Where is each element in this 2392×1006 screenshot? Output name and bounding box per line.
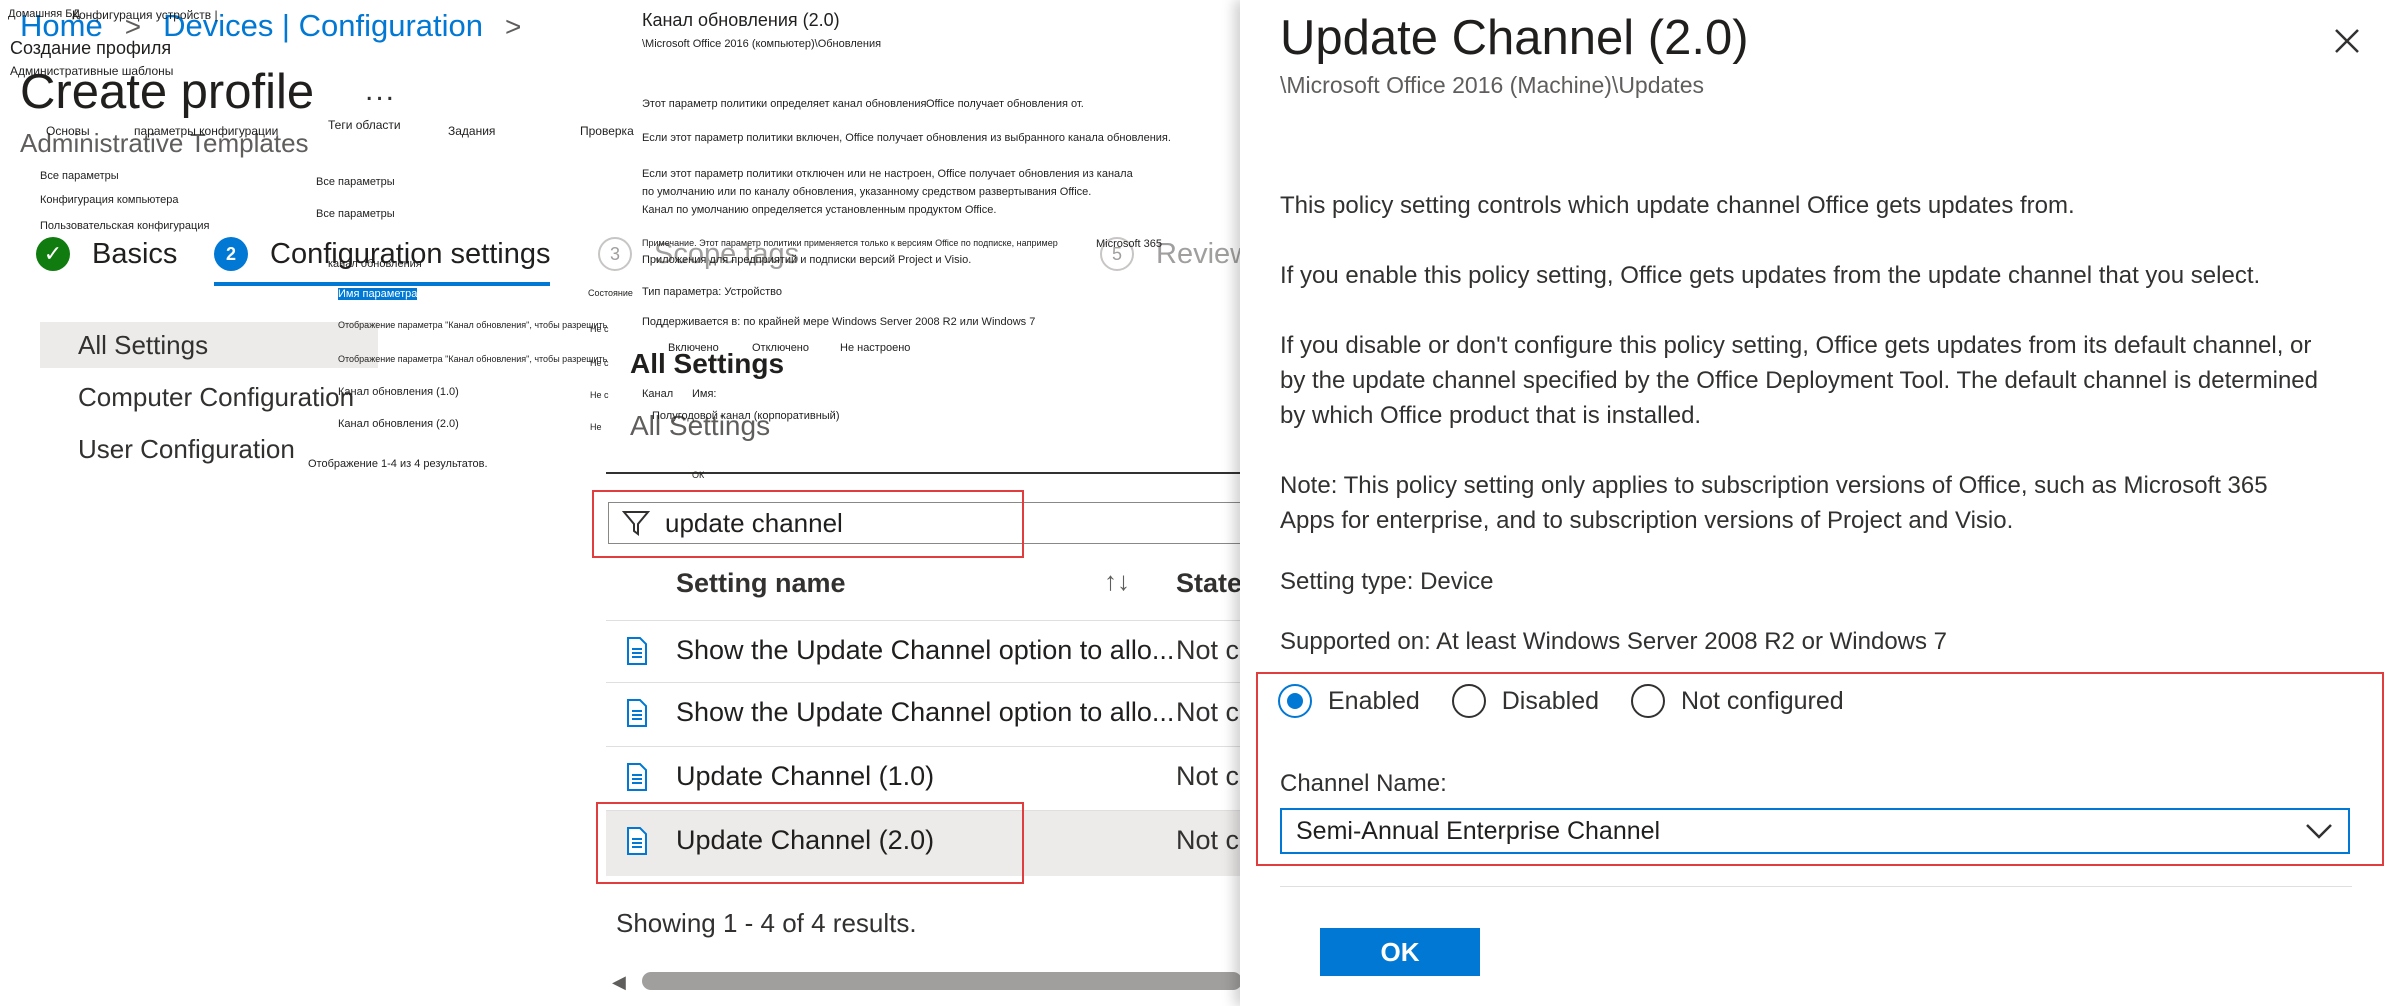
highlight-box	[1256, 672, 2384, 866]
document-icon	[627, 637, 647, 665]
ru-desc: Этот параметр политики определяет канал …	[642, 98, 927, 110]
scroll-left-icon[interactable]: ◀	[612, 972, 626, 993]
ok-button[interactable]: OK	[1320, 928, 1480, 976]
description-paragraph: Note: This policy setting only applies t…	[1280, 472, 2268, 534]
ru-tab-basics: Основы	[46, 124, 90, 138]
ru-panel-title: Канал обновления (2.0)	[642, 10, 840, 30]
ru-desc: Если этот параметр политики включен, Off…	[642, 132, 1171, 144]
setting-state: Not c	[1176, 697, 1240, 727]
description-paragraph: This policy setting controls which updat…	[1280, 192, 2075, 219]
panel-title: Update Channel (2.0)	[1280, 11, 1749, 65]
setting-detail-panel: Update Channel (2.0) \Microsoft Office 2…	[1240, 0, 2392, 1006]
wizard-step-label: Review	[1156, 237, 1252, 270]
tree-item-computer-configuration[interactable]: Computer Configuration	[40, 374, 378, 420]
ru-sae: Полугодовой канал (корпоративный)	[652, 410, 840, 422]
ru-desc: Канал по умолчанию определяется установл…	[642, 204, 997, 216]
check-icon: ✓	[36, 237, 70, 271]
ru-create-profile: Создание профиля	[10, 38, 172, 58]
ru-tab-config: параметры конфигурации	[134, 124, 279, 138]
table-row[interactable]: Show the Update Channel option to allo..…	[606, 682, 1246, 744]
setting-name: Show the Update Channel option to allo..…	[676, 635, 1175, 665]
ru-state-cell: Не с	[590, 324, 609, 334]
ru-tab-assignments: Задания	[448, 124, 496, 138]
highlight-box	[596, 802, 1024, 884]
highlight-box	[592, 490, 1024, 558]
table-row[interactable]: Update Channel (1.0) Not c	[606, 746, 1246, 808]
active-step-underline	[214, 282, 550, 286]
step-number: 3	[598, 237, 632, 271]
ru-desc: Примечание. Этот параметр политики приме…	[642, 238, 1058, 248]
ru-panel-path: \Microsoft Office 2016 (компьютер)\Обнов…	[642, 38, 882, 50]
description-paragraph: If you disable or don't configure this p…	[1280, 332, 2318, 429]
ru-ok: ОК	[692, 470, 705, 480]
description-paragraph: If you enable this policy setting, Offic…	[1280, 262, 2261, 289]
ru-supported: Поддерживается в: по крайней мере Window…	[642, 316, 1036, 328]
ru-enabled: Включено	[668, 342, 719, 354]
ru-all-params: Все параметры	[316, 208, 395, 220]
ru-tab-review: Проверка	[580, 124, 634, 138]
column-header-state[interactable]: State	[1176, 568, 1242, 599]
setting-name: Update Channel (1.0)	[676, 761, 935, 791]
horizontal-scrollbar[interactable]	[642, 972, 1242, 990]
document-icon	[627, 763, 647, 791]
ru-computer-config: Конфигурация компьютера	[40, 194, 179, 206]
ru-user-config: Пользовательская конфигурация	[40, 220, 210, 232]
ru-desc: Microsoft 365	[1096, 238, 1163, 250]
ru-row: Отображение параметра "Канал обновления"…	[338, 320, 608, 330]
divider	[1280, 886, 2352, 887]
table-row[interactable]: Show the Update Channel option to allo..…	[606, 620, 1246, 682]
ru-state-cell: Не	[590, 422, 602, 432]
ru-state-cell: Не с	[590, 358, 609, 368]
setting-name: Show the Update Channel option to allo..…	[676, 697, 1175, 727]
ru-channel: Канал	[642, 388, 674, 400]
ru-results: Отображение 1-4 из 4 результатов.	[308, 458, 488, 470]
setting-state: Not c	[1176, 635, 1240, 665]
wizard-step-basics[interactable]: ✓ Basics	[36, 232, 177, 276]
tree-item-all-settings[interactable]: All Settings	[40, 322, 378, 368]
setting-state: Not c	[1176, 825, 1240, 855]
more-options-button[interactable]: ...	[365, 74, 396, 108]
column-header-setting-name[interactable]: Setting name	[676, 568, 846, 599]
ru-row: Канал обновления (1.0)	[338, 386, 459, 398]
ru-setting-type: Тип параметра: Устройство	[642, 286, 782, 298]
wizard-step-label: Basics	[92, 237, 178, 270]
ru-all-params: Все параметры	[40, 170, 119, 182]
ru-desc: по умолчанию или по каналу обновления, у…	[642, 186, 1092, 198]
ru-home: Домашняя БД	[8, 8, 80, 20]
sort-icon[interactable]: ↑↓	[1104, 566, 1130, 597]
ru-desc: Приложения для предприятий и подписки ве…	[642, 254, 972, 266]
ru-all-params: Все параметры	[316, 176, 395, 188]
ru-desc: Если этот параметр политики отключен или…	[642, 168, 1133, 180]
setting-state: Not c	[1176, 761, 1240, 791]
ru-row: Отображение параметра "Канал обновления"…	[338, 354, 608, 364]
supported-on: Supported on: At least Windows Server 20…	[1280, 628, 1948, 655]
ru-desc: Office получает обновления от.	[926, 98, 1084, 110]
setting-type: Setting type: Device	[1280, 568, 1494, 595]
ru-disabled: Отключено	[752, 342, 809, 354]
ru-state-cell: Не с	[590, 390, 609, 400]
ru-row: Канал обновления (2.0)	[338, 418, 459, 430]
ru-state: Состояние	[588, 288, 633, 298]
results-count: Showing 1 - 4 of 4 results.	[616, 908, 917, 938]
ru-tab-scope: Теги области	[328, 118, 401, 132]
ru-name: Имя:	[692, 388, 717, 400]
ru-admin-templates: Административные шаблоны	[10, 64, 174, 78]
breadcrumb-separator: >	[505, 11, 522, 42]
document-icon	[627, 699, 647, 727]
ru-update-channel: канал обновления	[328, 258, 422, 270]
panel-path: \Microsoft Office 2016 (Machine)\Updates	[1280, 72, 1704, 98]
ru-param-name: Имя параметра	[338, 288, 418, 300]
step-number: 2	[214, 237, 248, 271]
close-icon[interactable]	[2330, 24, 2364, 58]
ru-devices: Конфигурация устройств |	[72, 8, 218, 22]
ru-not-configured: Не настроено	[840, 342, 911, 354]
